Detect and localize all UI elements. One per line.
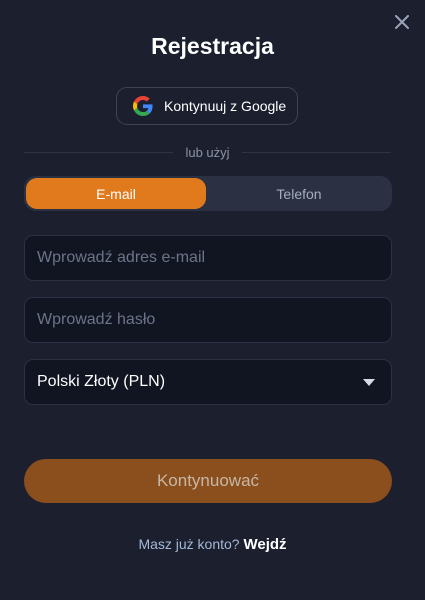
close-icon[interactable] <box>392 11 412 33</box>
email-field-wrapper <box>24 235 392 281</box>
login-question: Masz już konto? <box>138 536 240 552</box>
continue-button[interactable]: Kontynuować <box>24 459 392 503</box>
google-button-label: Kontynuuj z Google <box>164 98 287 114</box>
divider-line-left <box>24 151 174 153</box>
divider-text: lub użyj <box>185 144 230 160</box>
or-divider: lub użyj <box>24 142 392 162</box>
currency-select-value: Polski Złoty (PLN) <box>37 373 166 390</box>
signup-method-tabs: E-mail Telefon <box>24 176 392 211</box>
login-link[interactable]: Wejdź <box>244 536 287 553</box>
email-field[interactable] <box>25 236 391 280</box>
divider-line-right <box>241 151 392 153</box>
dialog-title: Rejestracja <box>151 33 274 59</box>
login-prompt: Masz już konto? Wejdź <box>0 536 425 553</box>
continue-with-google-button[interactable]: Kontynuuj z Google <box>116 87 298 125</box>
password-field-wrapper <box>24 297 392 343</box>
chevron-down-icon <box>363 378 375 386</box>
tab-email[interactable]: E-mail <box>26 178 206 209</box>
tab-phone[interactable]: Telefon <box>208 178 390 209</box>
google-icon <box>133 96 153 116</box>
password-field[interactable] <box>25 298 391 342</box>
currency-select[interactable]: Polski Złoty (PLN) <box>24 359 392 405</box>
